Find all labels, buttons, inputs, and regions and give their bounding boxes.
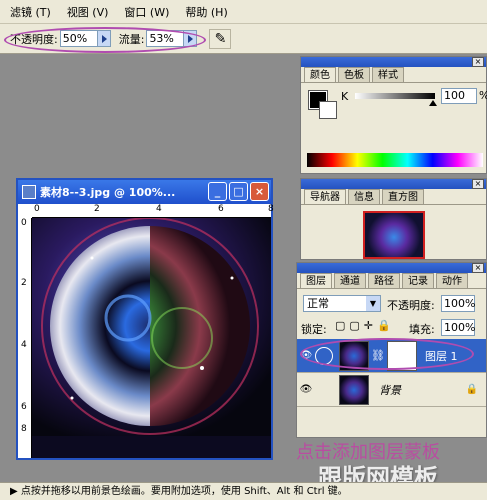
close-button[interactable]: × bbox=[250, 182, 269, 201]
ruler-label: 8 bbox=[268, 204, 274, 214]
tab-paths[interactable]: 路径 bbox=[368, 273, 400, 288]
lock-icon: 🔒 bbox=[465, 384, 478, 395]
play-icon: ▶ bbox=[10, 486, 18, 497]
fill-input[interactable]: 100% bbox=[441, 319, 475, 336]
tab-swatches[interactable]: 色板 bbox=[338, 67, 370, 82]
layer-row[interactable]: 👁 背景 🔒 bbox=[297, 373, 486, 407]
ruler-label: 2 bbox=[94, 204, 100, 214]
background-swatch[interactable] bbox=[319, 101, 337, 119]
tab-styles[interactable]: 样式 bbox=[372, 67, 404, 82]
vertical-ruler: 0 2 4 6 8 bbox=[18, 218, 32, 458]
ruler-label: 0 bbox=[34, 204, 40, 214]
status-bar: ▶ 点按并拖移以用前景色绘画。要用附加选项，使用 Shift、Alt 和 Ctr… bbox=[0, 482, 487, 500]
menu-view[interactable]: 视图 (V) bbox=[67, 4, 109, 20]
tab-layers[interactable]: 图层 bbox=[300, 273, 332, 288]
document-title-bar[interactable]: 素材8--3.jpg @ 100%... _ □ × bbox=[18, 180, 271, 204]
menu-filter[interactable]: 滤镜 (T) bbox=[10, 4, 51, 20]
document-window: 素材8--3.jpg @ 100%... _ □ × 0 2 4 6 8 0 2… bbox=[16, 178, 274, 460]
navigator-panel: × 导航器 信息 直方图 bbox=[300, 178, 487, 260]
channel-slider-thumb[interactable] bbox=[429, 100, 437, 106]
menu-bar: 滤镜 (T) 视图 (V) 窗口 (W) 帮助 (H) bbox=[0, 0, 487, 24]
close-icon[interactable]: × bbox=[472, 179, 484, 189]
channel-slider[interactable] bbox=[355, 93, 435, 99]
color-panel: × 颜色 色板 样式 K 100 % bbox=[300, 56, 487, 174]
navigator-preview[interactable] bbox=[363, 211, 425, 259]
layer-opacity-input[interactable]: 100% bbox=[441, 295, 475, 312]
tab-history[interactable]: 记录 bbox=[402, 273, 434, 288]
blend-mode-select[interactable]: 正常 ▼ bbox=[303, 295, 381, 312]
channel-unit: % bbox=[479, 89, 487, 102]
tab-navigator[interactable]: 导航器 bbox=[304, 189, 346, 204]
document-title: 素材8--3.jpg @ 100%... bbox=[40, 186, 176, 199]
lock-icons[interactable]: ▢▢✛🔒 bbox=[335, 319, 395, 332]
tab-info[interactable]: 信息 bbox=[348, 189, 380, 204]
ruler-label: 4 bbox=[21, 340, 27, 350]
highlight-ellipse-layer bbox=[300, 338, 474, 370]
ruler-label: 0 bbox=[21, 218, 27, 228]
tab-color[interactable]: 颜色 bbox=[304, 67, 336, 82]
canvas-image[interactable] bbox=[32, 218, 271, 458]
status-text: 点按并拖移以用前景色绘画。要用附加选项，使用 Shift、Alt 和 Ctrl … bbox=[20, 486, 348, 497]
document-icon bbox=[22, 185, 36, 199]
menu-window[interactable]: 窗口 (W) bbox=[124, 4, 169, 20]
lock-label: 锁定: bbox=[301, 323, 327, 336]
layer-opacity-label: 不透明度: bbox=[387, 299, 435, 312]
maximize-button[interactable]: □ bbox=[229, 182, 248, 201]
ruler-label: 4 bbox=[156, 204, 162, 214]
menu-help[interactable]: 帮助 (H) bbox=[185, 4, 227, 20]
airbrush-icon[interactable]: ✎ bbox=[209, 28, 232, 49]
chevron-down-icon: ▼ bbox=[366, 296, 380, 311]
ruler-label: 8 bbox=[21, 424, 27, 434]
channel-label: K bbox=[341, 90, 349, 103]
highlight-ellipse-options bbox=[4, 27, 206, 53]
tab-histogram[interactable]: 直方图 bbox=[382, 189, 424, 204]
eye-icon[interactable]: 👁 bbox=[297, 384, 315, 395]
ruler-label: 6 bbox=[218, 204, 224, 214]
tab-actions[interactable]: 动作 bbox=[436, 273, 468, 288]
blend-mode-value: 正常 bbox=[307, 297, 329, 310]
close-icon[interactable]: × bbox=[472, 57, 484, 67]
fill-label: 填充: bbox=[409, 323, 435, 336]
minimize-button[interactable]: _ bbox=[208, 182, 227, 201]
close-icon[interactable]: × bbox=[472, 263, 484, 273]
ruler-label: 6 bbox=[21, 402, 27, 412]
horizontal-ruler: 0 2 4 6 8 bbox=[32, 204, 274, 218]
layer-thumbnail[interactable] bbox=[339, 374, 369, 405]
tab-channels[interactable]: 通道 bbox=[334, 273, 366, 288]
layer-name: 背景 bbox=[379, 383, 401, 397]
ruler-label: 2 bbox=[21, 278, 27, 288]
color-ramp[interactable] bbox=[307, 153, 483, 167]
channel-input[interactable]: 100 bbox=[441, 88, 477, 104]
